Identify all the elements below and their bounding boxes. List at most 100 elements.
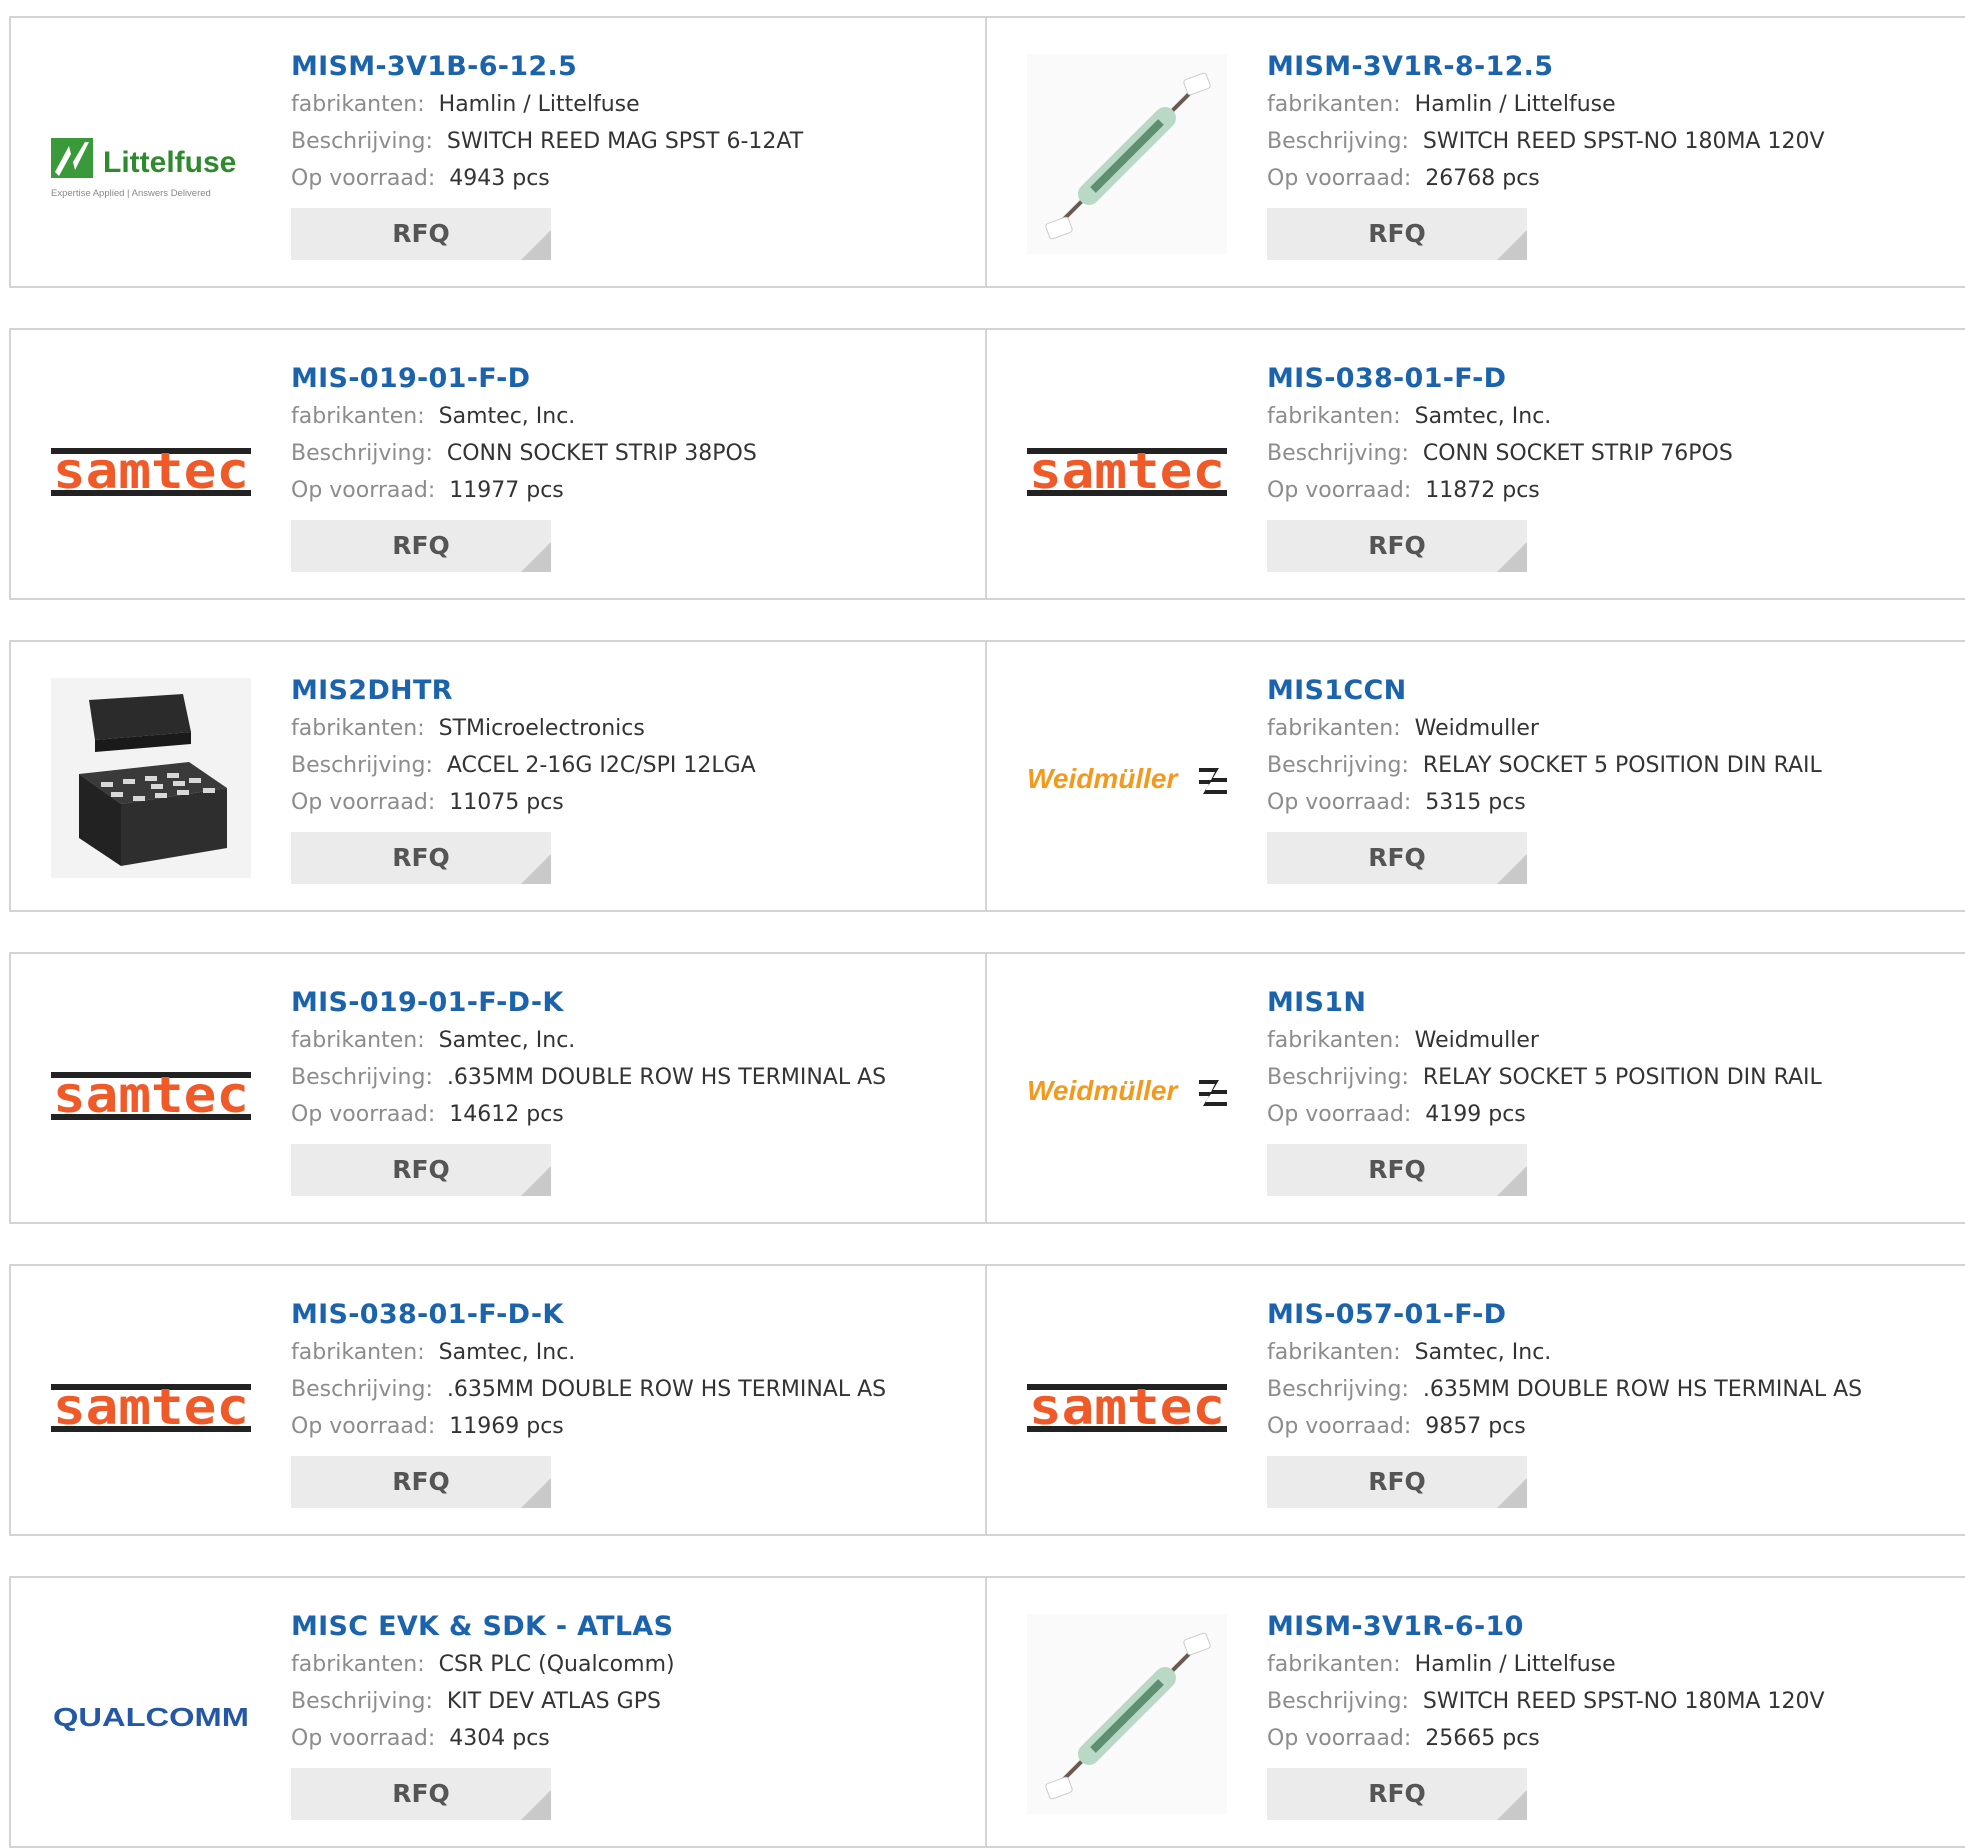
description-value: RELAY SOCKET 5 POSITION DIN RAIL	[1422, 753, 1822, 778]
stock-line: Op voorraad: 4943 pcs	[291, 160, 975, 197]
stock-line: Op voorraad: 11075 pcs	[291, 784, 975, 821]
description-label: Beschrijving:	[291, 1065, 433, 1090]
part-number-link[interactable]: MIS-038-01-F-D	[1267, 360, 1955, 398]
product-row: MIS2DHTR fabrikanten: STMicroelectronics Be…	[9, 640, 1965, 912]
part-number-link[interactable]: MIS1CCN	[1267, 672, 1955, 710]
stock-value: 4304 pcs	[449, 1726, 550, 1751]
part-number-link[interactable]: MISM-3V1R-8-12.5	[1267, 48, 1955, 86]
product-card: samtec MIS-038-01-F-D fabrikanten: Samtec, …	[987, 330, 1965, 598]
stock-value: 14612 pcs	[449, 1102, 564, 1127]
part-number-link[interactable]: MIS-038-01-F-D-K	[291, 1296, 975, 1334]
rfq-button[interactable]: RFQ	[1267, 832, 1527, 884]
part-number-link[interactable]: MISM-3V1B-6-12.5	[291, 48, 975, 86]
part-number-link[interactable]: MIS-019-01-F-D-K	[291, 984, 975, 1022]
rfq-button[interactable]: RFQ	[1267, 1144, 1527, 1196]
manufacturer-logo[interactable]: QUALCOMM	[51, 1614, 251, 1814]
description-label: Beschrijving:	[1267, 1689, 1409, 1714]
manufacturer-logo[interactable]: Weidmüller	[1027, 678, 1227, 878]
product-info: MISC EVK & SDK - ATLAS fabrikanten: CSR PL…	[291, 1608, 975, 1820]
rfq-button[interactable]: RFQ	[1267, 1768, 1527, 1820]
stock-value: 11969 pcs	[449, 1414, 564, 1439]
description-line: Beschrijving: CONN SOCKET STRIP 76POS	[1267, 435, 1955, 472]
rfq-button[interactable]: RFQ	[1267, 520, 1527, 572]
manufacturer-logo[interactable]: samtec	[51, 990, 251, 1190]
rfq-button[interactable]: RFQ	[291, 520, 551, 572]
part-number-link[interactable]: MIS-057-01-F-D	[1267, 1296, 1955, 1334]
part-number-link[interactable]: MISM-3V1R-6-10	[1267, 1608, 1955, 1646]
rfq-label: RFQ	[1368, 219, 1426, 248]
description-value: SWITCH REED SPST-NO 180MA 120V	[1422, 129, 1825, 154]
manufacturer-label: fabrikanten:	[1267, 716, 1401, 741]
manufacturer-value: Samtec, Inc.	[438, 404, 576, 429]
rfq-button[interactable]: RFQ	[291, 1144, 551, 1196]
description-label: Beschrijving:	[291, 1377, 433, 1402]
rfq-button[interactable]: RFQ	[291, 832, 551, 884]
product-photo[interactable]	[1027, 1614, 1227, 1814]
description-label: Beschrijving:	[1267, 1377, 1409, 1402]
manufacturer-label: fabrikanten:	[1267, 1028, 1401, 1053]
manufacturer-line: fabrikanten: Hamlin / Littelfuse	[1267, 86, 1955, 123]
product-card: QUALCOMM MISC EVK & SDK - ATLAS fabrikante…	[9, 1578, 987, 1846]
rfq-button[interactable]: RFQ	[291, 1456, 551, 1508]
part-number-link[interactable]: MIS-019-01-F-D	[291, 360, 975, 398]
rfq-button[interactable]: RFQ	[291, 208, 551, 260]
rfq-label: RFQ	[1368, 843, 1426, 872]
svg-text:samtec: samtec	[1029, 1378, 1225, 1436]
description-line: Beschrijving: .635MM DOUBLE ROW HS TERMIN…	[291, 1371, 975, 1408]
svg-text:samtec: samtec	[53, 1378, 249, 1436]
part-number-link[interactable]: MISC EVK & SDK - ATLAS	[291, 1608, 975, 1646]
stock-value: 4943 pcs	[449, 166, 550, 191]
stock-value: 11075 pcs	[449, 790, 564, 815]
product-info: MIS-019-01-F-D-K fabrikanten: Samtec, Inc.…	[291, 984, 975, 1196]
corner-triangle-icon	[1497, 1790, 1527, 1820]
rfq-button[interactable]: RFQ	[1267, 1456, 1527, 1508]
manufacturer-value: Weidmuller	[1414, 1028, 1539, 1053]
manufacturer-value: STMicroelectronics	[438, 716, 645, 741]
product-photo[interactable]	[51, 678, 251, 878]
description-label: Beschrijving:	[1267, 129, 1409, 154]
manufacturer-label: fabrikanten:	[291, 716, 425, 741]
svg-text:Weidmüller: Weidmüller	[1027, 763, 1180, 794]
stock-line: Op voorraad: 11872 pcs	[1267, 472, 1955, 509]
manufacturer-logo[interactable]: Littelfuse Expertise Applied | Answers De…	[51, 54, 251, 254]
stock-label: Op voorraad:	[291, 1726, 436, 1751]
part-number-link[interactable]: MIS2DHTR	[291, 672, 975, 710]
manufacturer-value: CSR PLC (Qualcomm)	[438, 1652, 675, 1677]
manufacturer-logo[interactable]: samtec	[51, 1302, 251, 1502]
part-number-link[interactable]: MIS1N	[1267, 984, 1955, 1022]
product-card: samtec MIS-057-01-F-D fabrikanten: Samtec, …	[987, 1266, 1965, 1534]
product-info: MIS-038-01-F-D fabrikanten: Samtec, Inc. Be…	[1267, 360, 1955, 572]
manufacturer-logo[interactable]: samtec	[1027, 366, 1227, 566]
manufacturer-line: fabrikanten: Hamlin / Littelfuse	[1267, 1646, 1955, 1683]
description-line: Beschrijving: .635MM DOUBLE ROW HS TERMIN…	[1267, 1371, 1955, 1408]
manufacturer-value: Samtec, Inc.	[1414, 1340, 1552, 1365]
stock-value: 4199 pcs	[1425, 1102, 1526, 1127]
manufacturer-line: fabrikanten: Samtec, Inc.	[291, 398, 975, 435]
manufacturer-logo[interactable]: samtec	[51, 366, 251, 566]
manufacturer-line: fabrikanten: Weidmuller	[1267, 1022, 1955, 1059]
product-row: samtec MIS-019-01-F-D-K fabrikanten: Samtec…	[9, 952, 1965, 1224]
description-line: Beschrijving: CONN SOCKET STRIP 38POS	[291, 435, 975, 472]
corner-triangle-icon	[521, 1166, 551, 1196]
svg-text:Expertise Applied | Answers De: Expertise Applied | Answers Delivered	[51, 188, 211, 199]
manufacturer-label: fabrikanten:	[1267, 404, 1401, 429]
stock-value: 11872 pcs	[1425, 478, 1540, 503]
stock-line: Op voorraad: 11969 pcs	[291, 1408, 975, 1445]
product-photo[interactable]	[1027, 54, 1227, 254]
rfq-label: RFQ	[392, 843, 450, 872]
description-label: Beschrijving:	[1267, 441, 1409, 466]
description-line: Beschrijving: RELAY SOCKET 5 POSITION DIN…	[1267, 1059, 1955, 1096]
stock-label: Op voorraad:	[1267, 1102, 1412, 1127]
manufacturer-logo[interactable]: Weidmüller	[1027, 990, 1227, 1190]
description-label: Beschrijving:	[291, 441, 433, 466]
product-row: Littelfuse Expertise Applied | Answers De…	[9, 16, 1965, 288]
svg-text:QUALCOMM: QUALCOMM	[53, 1702, 249, 1732]
stock-label: Op voorraad:	[291, 1414, 436, 1439]
stock-label: Op voorraad:	[1267, 1414, 1412, 1439]
corner-triangle-icon	[1497, 1166, 1527, 1196]
rfq-button[interactable]: RFQ	[291, 1768, 551, 1820]
stock-line: Op voorraad: 26768 pcs	[1267, 160, 1955, 197]
manufacturer-label: fabrikanten:	[291, 1028, 425, 1053]
rfq-button[interactable]: RFQ	[1267, 208, 1527, 260]
manufacturer-logo[interactable]: samtec	[1027, 1302, 1227, 1502]
